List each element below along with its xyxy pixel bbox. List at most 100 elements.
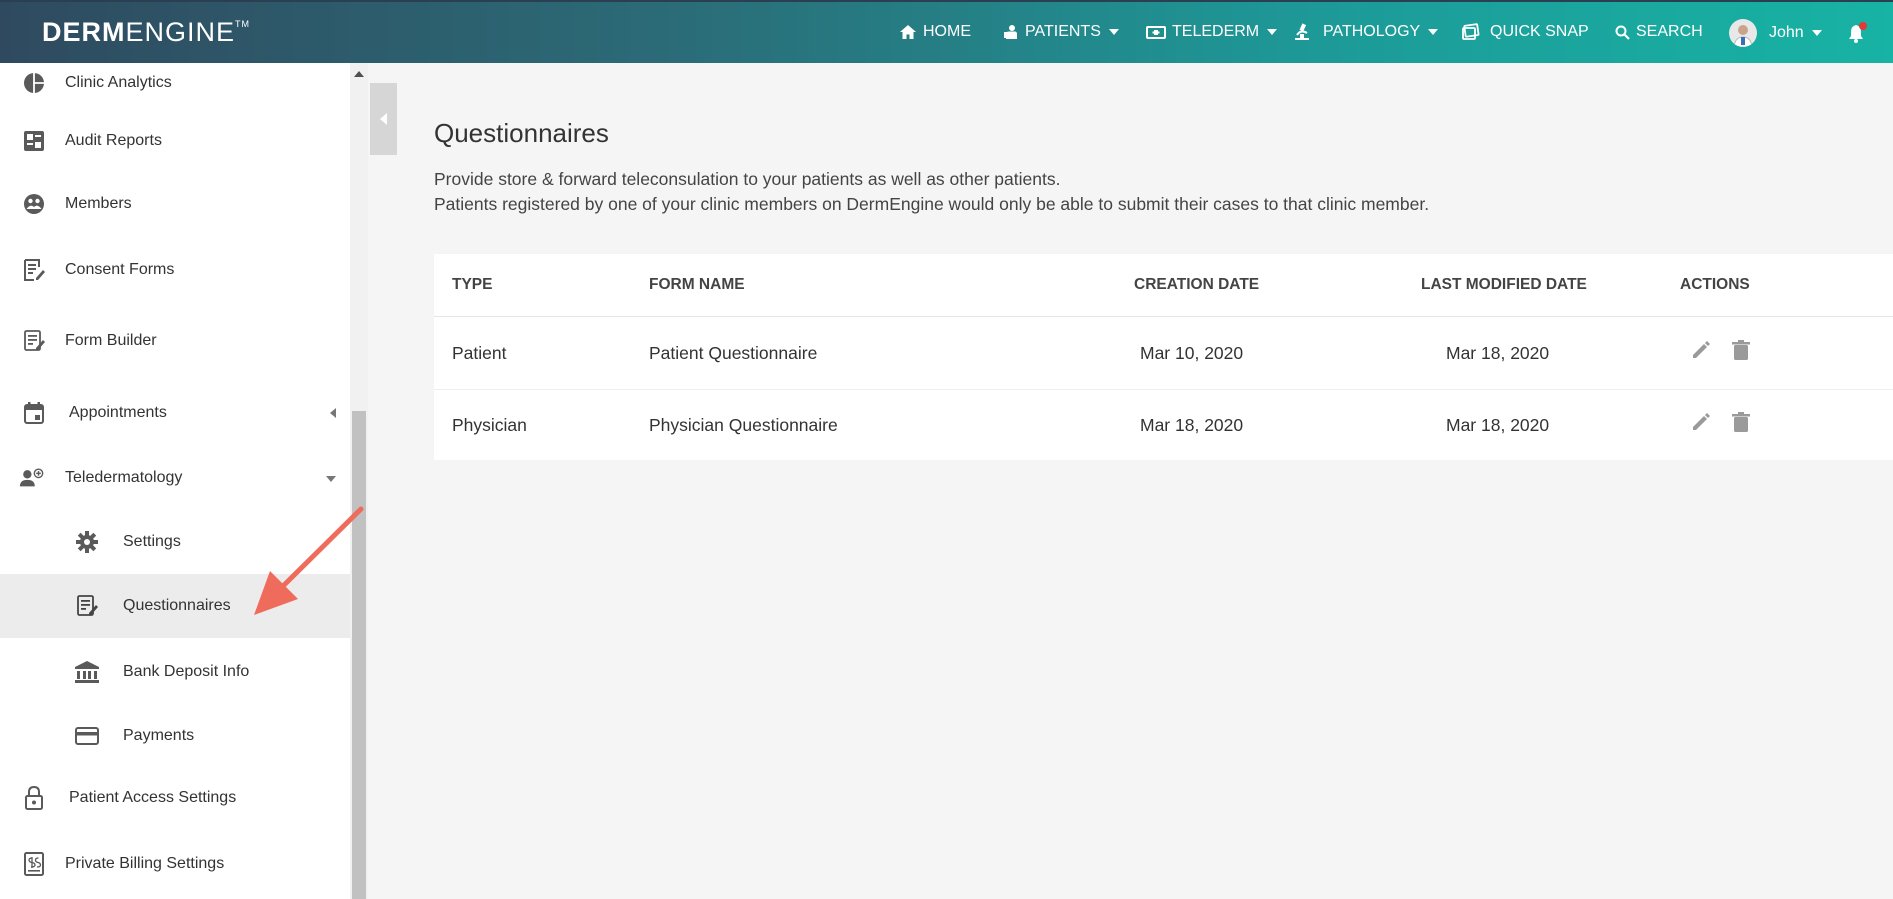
sidebar-item-label: Consent Forms xyxy=(65,261,175,278)
nav-search-label: SEARCH xyxy=(1636,23,1703,40)
pencil-icon xyxy=(1693,413,1710,430)
sidebar-item-teledermatology[interactable]: Teledermatology xyxy=(0,446,350,510)
teledermatology-icon xyxy=(19,465,45,491)
table-row: Physician Physician Questionnaire Mar 18… xyxy=(434,389,1893,461)
notifications-button[interactable] xyxy=(1847,22,1867,43)
column-header-last-modified-date: LAST MODIFIED DATE xyxy=(1421,276,1587,293)
sidebar-item-label: Questionnaires xyxy=(123,597,231,614)
sidebar-item-consent-forms[interactable]: Consent Forms xyxy=(0,238,350,302)
pencil-icon xyxy=(1693,341,1710,358)
questionnaires-table: TYPE FORM NAME CREATION DATE LAST MODIFI… xyxy=(434,254,1893,460)
patients-icon xyxy=(1004,25,1017,39)
brand-trademark: TM xyxy=(235,19,251,29)
sidebar-item-members[interactable]: Members xyxy=(0,172,350,236)
credit-card-icon xyxy=(74,723,100,749)
sidebar-item-label: Teledermatology xyxy=(65,469,183,486)
cell-form-name: Physician Questionnaire xyxy=(649,415,838,435)
trash-icon xyxy=(1732,412,1750,432)
nav-search[interactable]: SEARCH xyxy=(1615,23,1703,41)
sidebar-item-label: Settings xyxy=(123,533,181,550)
cell-type: Physician xyxy=(452,415,527,435)
sidebar-item-private-billing-settings[interactable]: Private Billing Settings xyxy=(0,832,350,896)
form-icon xyxy=(21,328,47,354)
sidebar-item-clinic-analytics[interactable]: Clinic Analytics xyxy=(0,63,350,115)
nav-patients[interactable]: PATIENTS xyxy=(1003,23,1119,41)
sidebar: Clinic Analytics Audit Reports Members C… xyxy=(0,63,350,899)
sidebar-item-label: Private Billing Settings xyxy=(65,855,225,872)
page-title: Questionnaires xyxy=(434,118,609,148)
quick-snap-icon xyxy=(1462,23,1480,40)
telederm-icon xyxy=(1146,26,1166,39)
nav-home-label: HOME xyxy=(923,23,971,40)
user-name: John xyxy=(1769,24,1804,41)
column-header-form-name: FORM NAME xyxy=(649,276,745,293)
chevron-left-icon xyxy=(380,113,387,125)
pie-chart-icon xyxy=(21,70,47,96)
table-row: Patient Patient Questionnaire Mar 10, 20… xyxy=(434,317,1893,390)
sidebar-item-payments[interactable]: Payments xyxy=(0,704,350,768)
cell-creation-date: Mar 18, 2020 xyxy=(1140,415,1244,435)
brand-part1: DERM xyxy=(42,17,126,47)
page-description-line2: Patients registered by one of your clini… xyxy=(434,194,1430,214)
sidebar-item-bank-deposit-info[interactable]: Bank Deposit Info xyxy=(0,640,350,704)
table-header: TYPE FORM NAME CREATION DATE LAST MODIFI… xyxy=(434,254,1893,317)
nav-patients-label: PATIENTS xyxy=(1025,23,1101,40)
sidebar-item-label: Members xyxy=(65,195,132,212)
gear-icon xyxy=(74,529,100,555)
sidebar-item-label: Clinic Analytics xyxy=(65,74,172,91)
nav-quick-snap-label: QUICK SNAP xyxy=(1490,23,1589,40)
notification-dot xyxy=(1859,22,1867,30)
scrollbar-thumb[interactable] xyxy=(352,411,366,899)
chevron-down-icon xyxy=(326,476,336,482)
column-header-type: TYPE xyxy=(452,276,493,293)
nav-pathology[interactable]: PATHOLOGY xyxy=(1293,23,1439,41)
collapse-sidebar-button[interactable] xyxy=(370,83,397,155)
sidebar-item-appointments[interactable]: Appointments xyxy=(0,381,350,445)
cell-type: Patient xyxy=(452,343,507,363)
delete-button[interactable] xyxy=(1731,339,1751,366)
scroll-up-arrow-icon[interactable] xyxy=(354,71,364,77)
brand-logo[interactable]: DERMENGINETM xyxy=(42,17,250,48)
sidebar-item-patient-access-settings[interactable]: Patient Access Settings xyxy=(0,766,350,830)
sidebar-scrollbar[interactable] xyxy=(350,63,368,899)
brand-part2: ENGINE xyxy=(125,17,236,47)
cell-last-modified-date: Mar 18, 2020 xyxy=(1446,343,1550,363)
cell-form-name: Patient Questionnaire xyxy=(649,343,818,363)
billing-icon xyxy=(21,851,47,877)
sidebar-item-label: Patient Access Settings xyxy=(69,789,237,806)
avatar xyxy=(1729,19,1757,47)
edit-document-icon xyxy=(21,257,47,283)
nav-pathology-label: PATHOLOGY xyxy=(1323,23,1421,40)
sidebar-item-label: Audit Reports xyxy=(65,132,162,149)
trash-icon xyxy=(1732,340,1750,360)
edit-button[interactable] xyxy=(1690,411,1712,438)
chevron-down-icon xyxy=(1108,29,1119,35)
nav-home[interactable]: HOME xyxy=(899,23,971,41)
dashboard-icon xyxy=(21,128,47,154)
chevron-down-icon xyxy=(1267,29,1278,35)
chevron-down-icon xyxy=(1428,29,1439,35)
user-menu[interactable]: John xyxy=(1729,19,1822,47)
questionnaire-icon xyxy=(74,593,100,619)
lock-icon xyxy=(21,785,47,811)
sidebar-item-label: Form Builder xyxy=(65,332,157,349)
search-icon xyxy=(1615,25,1630,40)
sidebar-item-form-builder[interactable]: Form Builder xyxy=(0,309,350,373)
sidebar-item-label: Payments xyxy=(123,727,195,744)
home-icon xyxy=(900,25,916,39)
sidebar-item-label: Appointments xyxy=(69,404,167,421)
nav-telederm[interactable]: TELEDERM xyxy=(1146,23,1278,41)
page-description-line1: Provide store & forward teleconsulation … xyxy=(434,169,1061,189)
sidebar-item-audit-reports[interactable]: Audit Reports xyxy=(0,109,350,173)
nav-telederm-label: TELEDERM xyxy=(1172,23,1260,40)
chevron-down-icon xyxy=(1811,30,1822,36)
edit-button[interactable] xyxy=(1690,339,1712,366)
calendar-icon xyxy=(21,400,47,426)
microscope-icon xyxy=(1295,23,1309,40)
delete-button[interactable] xyxy=(1731,411,1751,438)
nav-quick-snap[interactable]: QUICK SNAP xyxy=(1462,23,1589,41)
cell-creation-date: Mar 10, 2020 xyxy=(1140,343,1244,363)
cell-last-modified-date: Mar 18, 2020 xyxy=(1446,415,1550,435)
annotation-arrow-icon xyxy=(254,506,364,615)
top-navbar: DERMENGINETM HOME PATIENTS TELEDERM PATH… xyxy=(0,0,1893,63)
